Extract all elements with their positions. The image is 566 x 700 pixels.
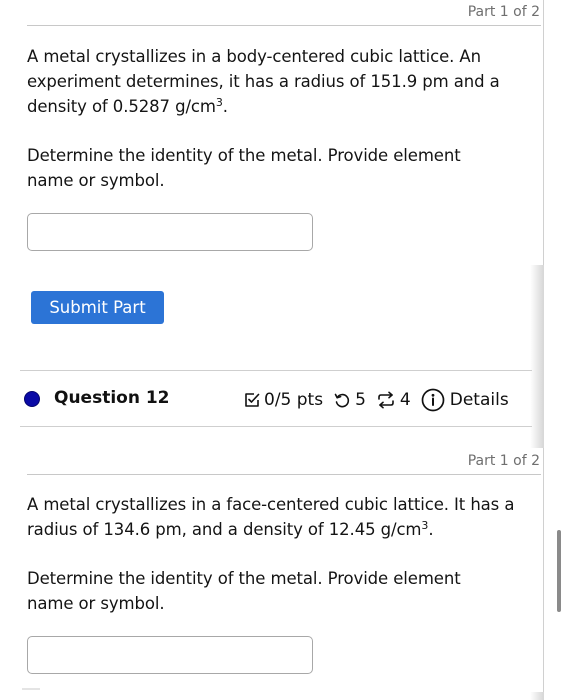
part-indicator: Part 1 of 2 [467, 453, 540, 469]
panel-edge [22, 688, 40, 690]
submit-part-button[interactable]: Submit Part [31, 291, 164, 324]
question-prompt: A metal crystallizes in a body-centered … [27, 44, 532, 119]
answer-input[interactable] [27, 636, 313, 674]
prompt-text: A metal crystallizes in a face-centered … [27, 495, 515, 539]
prompt-end: . [222, 97, 228, 116]
question-instruction: Determine the identity of the metal. Pro… [27, 146, 461, 190]
question-title: Question 12 [54, 388, 170, 408]
part-divider [27, 474, 541, 475]
scrollbar-thumb[interactable] [557, 530, 561, 612]
question-instruction: Determine the identity of the metal. Pro… [27, 569, 461, 613]
undo-icon [333, 391, 351, 409]
part-divider [27, 25, 541, 26]
panel-shadow [530, 265, 544, 448]
part-indicator: Part 1 of 2 [467, 4, 540, 20]
section-divider [20, 370, 532, 371]
check-square-icon [243, 391, 261, 409]
details-link[interactable]: Details [450, 390, 509, 410]
versions-value: 4 [399, 390, 411, 410]
status-dot-icon [24, 391, 40, 407]
attempts-value: 5 [355, 390, 366, 410]
answer-input[interactable] [27, 213, 313, 251]
prompt-end: . [428, 520, 434, 539]
question-header: Question 12 0/5 pts 5 4 Details [0, 382, 540, 418]
panel-shadow [530, 692, 544, 700]
question-prompt: A metal crystallizes in a face-centered … [27, 492, 532, 542]
section-divider [20, 426, 532, 427]
repeat-icon [376, 391, 396, 409]
prompt-superscript: 3 [215, 96, 223, 109]
points-value: 0/5 pts [264, 390, 324, 410]
question-meta: 0/5 pts 5 4 Details [243, 388, 509, 412]
info-circle-icon[interactable] [421, 388, 445, 412]
prompt-text: A metal crystallizes in a body-centered … [27, 47, 500, 116]
